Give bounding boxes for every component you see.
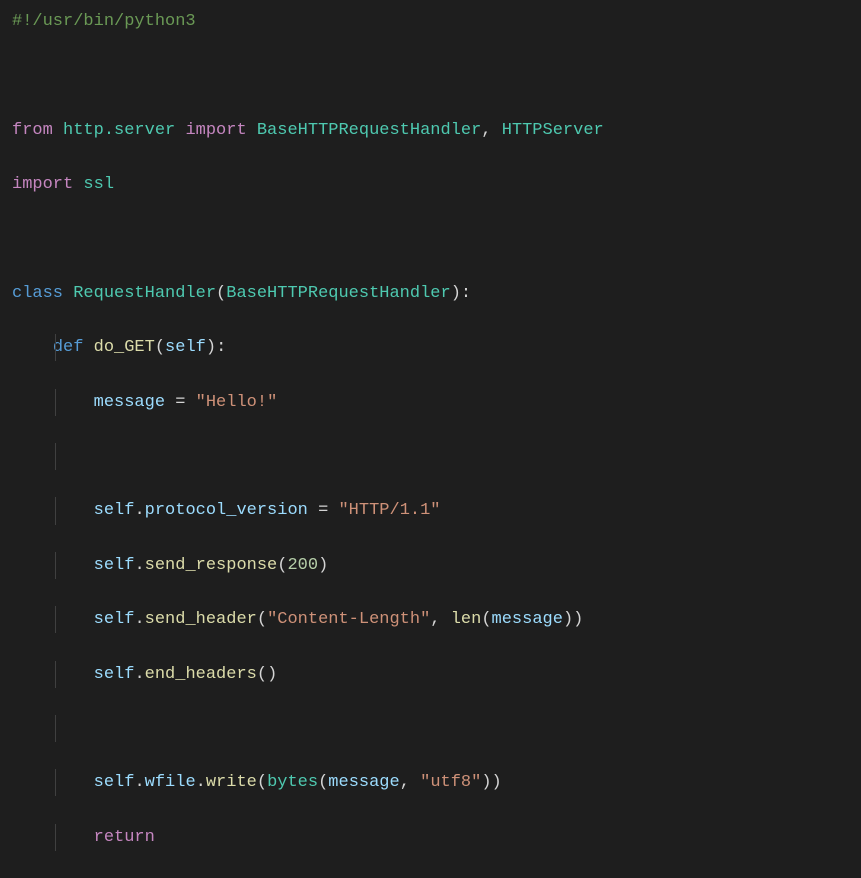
kw-def: def (53, 338, 84, 357)
code-line: def do_GET(self): (12, 334, 849, 361)
fn-write: write (206, 773, 257, 792)
fn-send-header: send_header (145, 610, 257, 629)
code-line: message = "Hello!" (12, 389, 849, 416)
self-ref: self (94, 610, 135, 629)
fn-do-get: do_GET (94, 338, 155, 357)
code-line: self.protocol_version = "HTTP/1.1" (12, 497, 849, 524)
code-line (12, 62, 849, 89)
kw-from: from (12, 121, 53, 140)
param-self: self (165, 338, 206, 357)
str-hello: "Hello!" (196, 393, 278, 412)
str-content-length: "Content-Length" (267, 610, 430, 629)
code-line (12, 715, 849, 742)
prop-wfile: wfile (145, 773, 196, 792)
self-ref: self (94, 501, 135, 520)
fn-len: len (451, 610, 482, 629)
self-ref: self (94, 556, 135, 575)
fn-send-response: send_response (145, 556, 278, 575)
code-line: self.end_headers() (12, 661, 849, 688)
var-message: message (492, 610, 563, 629)
code-line: from http.server import BaseHTTPRequestH… (12, 117, 849, 144)
code-line: self.wfile.write(bytes(message, "utf8")) (12, 769, 849, 796)
code-line: return (12, 824, 849, 851)
class-basehttprequesthandler: BaseHTTPRequestHandler (257, 121, 481, 140)
shebang-comment: #!/usr/bin/python3 (12, 12, 196, 31)
str-http11: "HTTP/1.1" (338, 501, 440, 520)
fn-bytes: bytes (267, 773, 318, 792)
class-requesthandler: RequestHandler (73, 284, 216, 303)
kw-return: return (94, 828, 155, 847)
code-line: self.send_response(200) (12, 552, 849, 579)
var-message: message (94, 393, 165, 412)
prop-protocol-version: protocol_version (145, 501, 308, 520)
code-line: self.send_header("Content-Length", len(m… (12, 606, 849, 633)
fn-end-headers: end_headers (145, 665, 257, 684)
num-200: 200 (287, 556, 318, 575)
kw-class: class (12, 284, 63, 303)
class-httpserver: HTTPServer (502, 121, 604, 140)
base-class: BaseHTTPRequestHandler (226, 284, 450, 303)
kw-import: import (185, 121, 246, 140)
code-line: #!/usr/bin/python3 (12, 8, 849, 35)
self-ref: self (94, 773, 135, 792)
code-line (12, 226, 849, 253)
code-line (12, 443, 849, 470)
module-ssl: ssl (83, 175, 114, 194)
module-http-server: http.server (63, 121, 175, 140)
str-utf8: "utf8" (420, 773, 481, 792)
self-ref: self (94, 665, 135, 684)
var-message: message (328, 773, 399, 792)
code-editor[interactable]: #!/usr/bin/python3 from http.server impo… (12, 8, 849, 878)
code-line: import ssl (12, 171, 849, 198)
kw-import: import (12, 175, 73, 194)
code-line: class RequestHandler(BaseHTTPRequestHand… (12, 280, 849, 307)
